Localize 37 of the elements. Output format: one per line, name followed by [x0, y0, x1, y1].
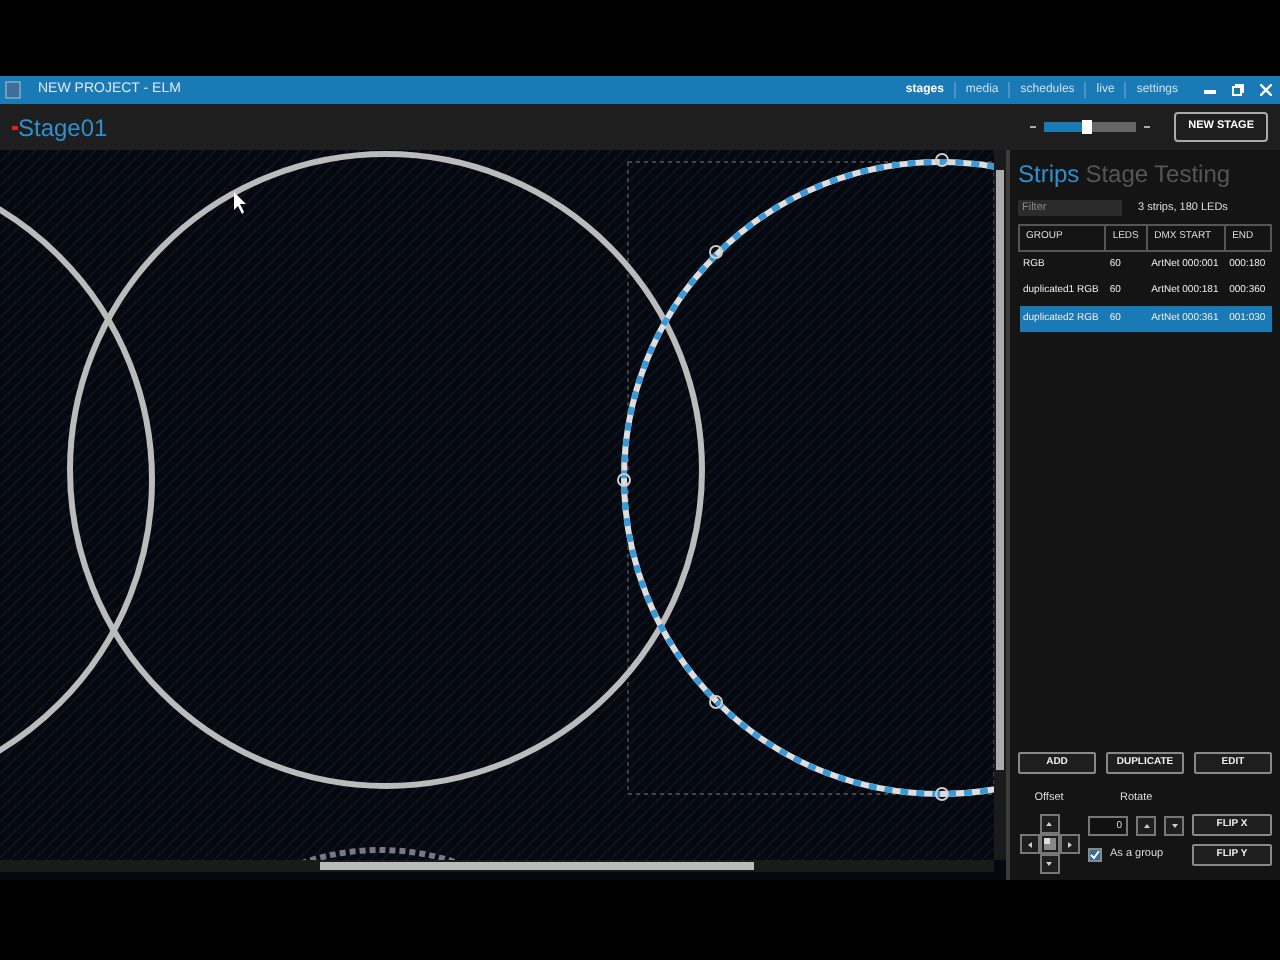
- handle-icon[interactable]: [709, 695, 723, 709]
- zoom-in-icon[interactable]: [1144, 124, 1151, 130]
- zoom-out-icon[interactable]: [1030, 124, 1037, 130]
- app-icon: [4, 80, 22, 100]
- vertical-scrollbar-thumb[interactable]: [996, 170, 1004, 770]
- handle-icon[interactable]: [617, 473, 631, 487]
- mouse-pointer-icon: [234, 192, 246, 214]
- up-arrow-icon: [1143, 823, 1149, 827]
- handle-icon[interactable]: [935, 787, 949, 801]
- close-icon[interactable]: [1260, 84, 1272, 96]
- handle-icon[interactable]: [709, 245, 723, 259]
- panel-tab[interactable]: Strips: [1018, 156, 1080, 192]
- move-left-button[interactable]: [1019, 834, 1039, 854]
- rotate-down-button[interactable]: [1164, 815, 1184, 835]
- move-down-button[interactable]: [1039, 854, 1059, 874]
- center-button[interactable]: [1039, 834, 1059, 854]
- stage-title: Stage01: [18, 111, 108, 145]
- left-arrow-icon: [1027, 841, 1031, 847]
- as-group-checkbox[interactable]: [1088, 848, 1102, 862]
- led-strip-circle[interactable]: [67, 151, 705, 789]
- restore-icon[interactable]: [1232, 84, 1244, 96]
- rotate-up-button[interactable]: [1136, 815, 1156, 835]
- down-arrow-icon: [1171, 823, 1177, 827]
- up-arrow-icon: [1046, 822, 1052, 826]
- zoom-slider-thumb[interactable]: [1081, 120, 1092, 134]
- down-arrow-icon: [1046, 862, 1052, 866]
- horizontal-scrollbar[interactable]: [0, 860, 994, 872]
- center-icon: [1043, 838, 1055, 850]
- vertical-scrollbar[interactable]: [994, 150, 1006, 860]
- zoom-slider[interactable]: [1044, 122, 1137, 132]
- horizontal-scrollbar-thumb[interactable]: [320, 862, 754, 870]
- modified-marker-icon: [12, 125, 18, 129]
- move-up-button[interactable]: [1039, 814, 1059, 834]
- right-arrow-icon: [1067, 841, 1071, 847]
- move-right-button[interactable]: [1059, 834, 1079, 854]
- minimize-icon[interactable]: [1204, 84, 1216, 96]
- handle-icon[interactable]: [935, 153, 949, 167]
